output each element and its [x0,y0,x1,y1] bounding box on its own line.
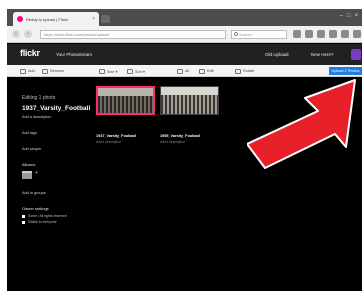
photo-title-field[interactable]: 1937_Varsity_Football [22,105,90,112]
edit-button[interactable]: Edit [199,67,214,75]
old-uploadr-link[interactable]: Old Uploadr [265,52,289,57]
photo-2-name[interactable]: 1955_Varsity_Football [160,134,200,138]
star-icon[interactable] [293,30,301,38]
close-window-button[interactable]: × [354,12,358,20]
bookmarks-icon[interactable] [305,30,313,38]
url-field[interactable]: https://www.flickr.com/photos/upload/ [40,30,226,39]
visibility-setting[interactable]: Visible to everyone [22,220,57,224]
album-icon[interactable] [22,171,32,179]
flickr-logo[interactable]: flickr [20,48,40,58]
add-album-button[interactable]: + [35,170,38,176]
add-people-field[interactable]: Add people [22,147,41,151]
photo-1-background [98,88,153,96]
pointer-arrow-icon [247,79,356,169]
minimize-button[interactable]: – [340,12,343,20]
search-icon [234,32,238,36]
new-here-link[interactable]: New Here? [311,52,334,57]
upload-photos-button[interactable]: Upload 2 Photos [329,67,362,75]
license-setting[interactable]: Some / All rights reserved [22,214,67,218]
search-placeholder: Search [239,32,252,37]
rotate-button[interactable]: Rotate [235,67,254,75]
window-controls: – □ × [340,12,358,20]
rotate-icon [235,68,241,74]
trash-icon [42,68,48,74]
photo-2-team-rows [161,95,218,114]
photo-thumbnail-2[interactable] [160,86,219,115]
arrow-shape [247,79,356,169]
browser-search-field[interactable]: Search [231,30,287,39]
editing-count-label: Editing 1 photo [22,95,56,101]
license-label: Some / All rights reserved [28,214,67,218]
add-label: Add [28,69,35,73]
browser-tab-strip: Ready to upload | Flickr × – □ × [7,9,362,26]
tab-title: Ready to upload | Flickr [26,16,68,22]
license-icon [22,214,25,218]
rotate-label: Rotate [243,69,255,73]
add-icon [20,68,26,74]
avatar[interactable] [351,49,361,60]
menu-icon[interactable] [353,30,361,38]
visibility-label: Visible to everyone [28,220,57,224]
download-icon[interactable] [317,30,325,38]
add-tags-field[interactable]: Add tags [22,131,37,135]
edit-label: Edit [207,69,214,73]
size-icon [99,68,105,74]
flickr-favicon-icon [17,16,23,22]
browser-tab[interactable]: Ready to upload | Flickr × [13,12,99,26]
photo-2-description[interactable]: Add a description [160,140,185,144]
photo-thumbnail-1[interactable] [96,86,155,115]
browser-address-bar: ‹ › https://www.flickr.com/photos/upload… [7,26,362,43]
screenshot-page: Ready to upload | Flickr × – □ × ‹ › htt… [7,9,362,291]
extension-icon[interactable] [341,30,349,38]
edit-icon [199,68,205,74]
flickr-header: flickr Your Photostream Old Uploadr New … [7,44,362,65]
size-label: Size ▾ [107,69,118,74]
remove-button[interactable]: Remove [42,67,64,75]
owner-settings-label: Owner settings [22,206,49,211]
size-dropdown[interactable]: Size ▾ [99,67,117,75]
back-button[interactable]: ‹ [12,30,20,38]
remove-label: Remove [50,69,65,73]
photo-1-name[interactable]: 1937_Varsity_Football [96,134,136,138]
sort-label: Sort ▾ [135,69,145,74]
add-button[interactable]: Add [20,67,35,75]
tab-close-icon[interactable]: × [92,16,95,22]
maximize-button[interactable]: □ [347,12,351,20]
forward-button[interactable]: › [24,30,32,38]
photo-2-background [161,87,218,96]
select-all-button[interactable]: All [177,67,189,75]
photostream-link[interactable]: Your Photostream [56,52,92,57]
home-icon[interactable] [329,30,337,38]
sort-dropdown[interactable]: Sort ▾ [127,67,145,75]
add-description-field[interactable]: Add a description [22,115,51,119]
photo-1-description[interactable]: Add a description [96,140,121,144]
new-tab-button[interactable] [101,15,110,23]
select-all-label: All [185,69,190,73]
add-to-groups-link[interactable]: Add to groups [22,191,46,195]
uploadr-toolbar: Add Remove Size ▾ Sort ▾ All Edit Rotate… [7,65,362,77]
photo-1-team-rows [98,95,153,113]
sort-icon [127,68,133,74]
select-all-icon [177,68,183,74]
browser-toolbar-icons [293,30,361,38]
visibility-icon [22,220,25,224]
albums-label: Albums [22,162,36,167]
